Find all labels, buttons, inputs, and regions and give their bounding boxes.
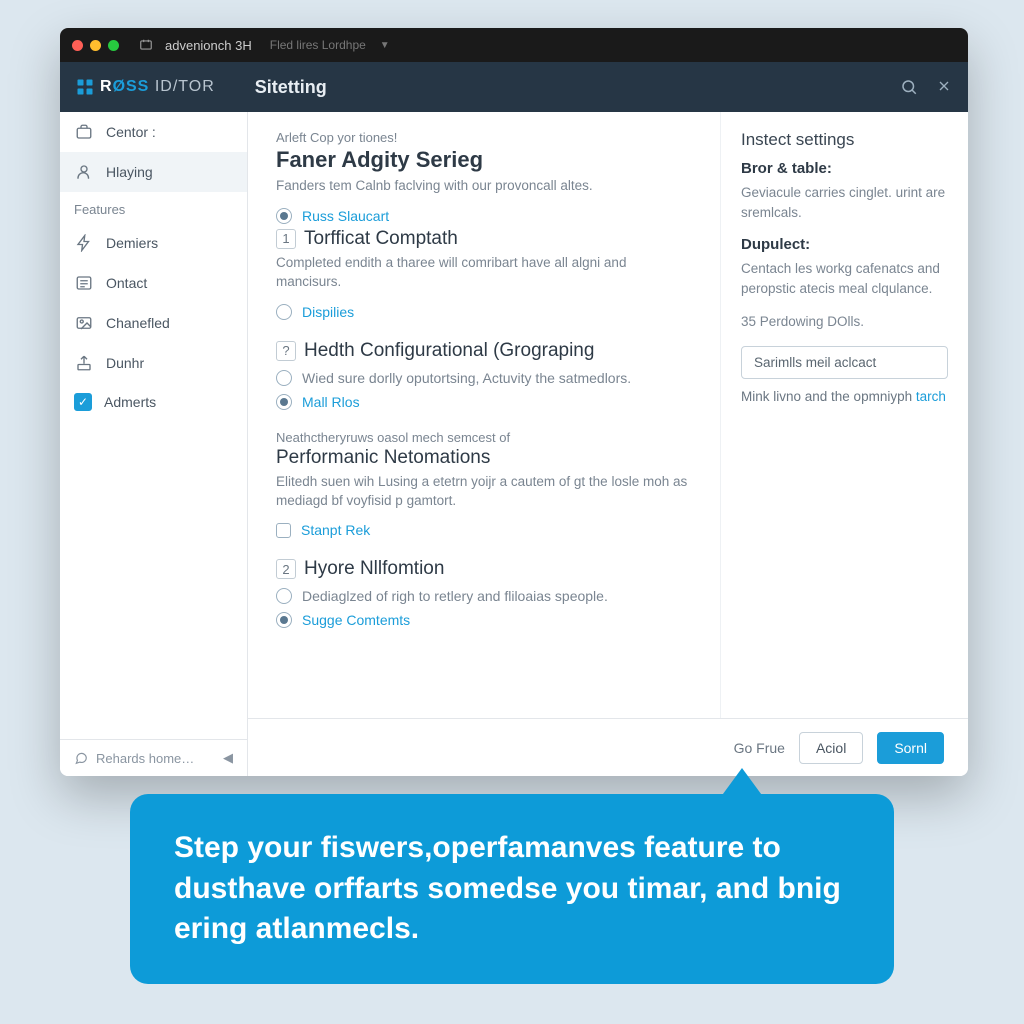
section-title-hedth: ? Hedth Configurational (Grograping [276, 340, 692, 362]
sidebar-footer[interactable]: Rehards home… ◀ [60, 739, 247, 776]
bolt-icon [74, 233, 94, 253]
sidebar-item-dunhr[interactable]: Dunhr [60, 343, 247, 383]
step-badge-1: 1 [276, 229, 296, 249]
sidebar-footer-label: Rehards home… [96, 751, 194, 766]
step-badge-q: ? [276, 341, 296, 361]
sidebar-heading-features: Features [60, 192, 247, 223]
sidebar-item-label: Centor : [106, 124, 156, 140]
section-title-torfficat: 1 Torfficat Comptath [276, 228, 692, 250]
sidebar-item-hlaying[interactable]: Hlaying [60, 152, 247, 192]
image-icon [74, 313, 94, 333]
go-frue-link[interactable]: Go Frue [734, 740, 785, 756]
checkbox-icon [276, 523, 291, 538]
brand-name: RØSS ID/TOR [100, 78, 215, 96]
chevron-down-icon[interactable]: ▼ [380, 40, 390, 51]
right-panel: Instect settings Bror & table: Geviacule… [720, 112, 968, 776]
rightpanel-text: Centach les workg cafenatcs and peropsti… [741, 259, 948, 298]
titlebar-app-name: advenionch 3H [165, 38, 252, 53]
sidebar-item-chanefled[interactable]: Chanefled [60, 303, 247, 343]
content-heading-desc: Fanders tem Calnb faclving with our prov… [276, 177, 692, 196]
sidebar-item-centor[interactable]: Centor : [60, 112, 247, 152]
option-mall-rlos[interactable]: Mall Rlos [276, 390, 692, 414]
section-title-hyore: 2 Hyore Nllfomtion [276, 558, 692, 580]
sidebar-item-label: Chanefled [106, 315, 170, 331]
briefcase-icon [74, 122, 94, 142]
content-eyebrow: Arleft Cop yor tiones! [276, 130, 692, 145]
rightpanel-text: Geviacule carries cinglet. urint are sre… [741, 183, 948, 222]
radio-selected-icon [276, 394, 292, 410]
sidebar-item-ontact[interactable]: Ontact [60, 263, 247, 303]
section-desc: Elitedh suen wih Lusing a etetrn yoijr a… [276, 473, 692, 511]
sidebar-item-label: Admerts [104, 394, 156, 410]
sidebar: Centor : Hlaying Features Demiers Ontact [60, 112, 248, 776]
person-icon [74, 162, 94, 182]
content-heading: Faner Adgity Serieg [276, 147, 692, 173]
page-title: Sitetting [255, 77, 327, 98]
option-label: Dispilies [302, 304, 354, 320]
section-eyebrow: Neathctheryruws oasol mech semcest of [276, 430, 692, 445]
section-desc: Completed endith a tharee will comribart… [276, 254, 692, 292]
option-label: Sugge Comtemts [302, 612, 410, 628]
step-badge-2: 2 [276, 559, 296, 579]
sidebar-item-demiers[interactable]: Demiers [60, 223, 247, 263]
rightpanel-stat: 35 Perdowing DOlls. [741, 312, 948, 332]
sidebar-item-admerts[interactable]: ✓ Admerts [60, 383, 247, 421]
maximize-window-icon[interactable] [108, 40, 119, 51]
content-panel: Arleft Cop yor tiones! Faner Adgity Seri… [248, 112, 720, 776]
titlebar-subtitle: Fled lires Lordhpe [270, 38, 366, 52]
sidebar-item-label: Hlaying [106, 164, 153, 180]
option-stanpt-rek[interactable]: Stanpt Rek [276, 518, 692, 542]
option-label: Russ Slaucart [302, 208, 389, 224]
minimize-window-icon[interactable] [90, 40, 101, 51]
chat-icon [74, 751, 88, 765]
titlebar: advenionch 3H Fled lires Lordhpe ▼ [60, 28, 968, 62]
callout-text: Step your fiswers,operfamanves feature t… [174, 831, 841, 945]
close-icon[interactable] [936, 78, 952, 96]
chevron-left-icon[interactable]: ◀ [223, 750, 233, 766]
radio-selected-icon [276, 208, 292, 224]
traffic-lights [72, 40, 119, 51]
option-label: Mall Rlos [302, 394, 360, 410]
checkbox-checked-icon: ✓ [74, 393, 92, 411]
logo-icon [76, 78, 94, 96]
option-label: Wied sure dorlly oputortsing, Actuvity t… [302, 370, 631, 386]
sidebar-item-label: Demiers [106, 235, 158, 251]
app-window: advenionch 3H Fled lires Lordhpe ▼ RØSS … [60, 28, 968, 776]
radio-selected-icon [276, 612, 292, 628]
cancel-button[interactable]: Aciol [799, 732, 863, 764]
footer-bar: Go Frue Aciol Sornl [248, 718, 968, 776]
list-icon [74, 273, 94, 293]
app-header: RØSS ID/TOR Sitetting [60, 62, 968, 112]
save-button[interactable]: Sornl [877, 732, 944, 764]
radio-icon [276, 304, 292, 320]
main-area: Arleft Cop yor tiones! Faner Adgity Seri… [248, 112, 968, 776]
option-dediaglzed[interactable]: Dediaglzed of righ to retlery and fliloa… [276, 584, 692, 608]
option-dispilies[interactable]: Dispilies [276, 300, 692, 324]
upload-icon [74, 353, 94, 373]
option-russ-slaucart[interactable]: Russ Slaucart [276, 204, 692, 228]
sidebar-item-label: Dunhr [106, 355, 144, 371]
search-icon[interactable] [900, 78, 918, 96]
option-sugge-comtemts[interactable]: Sugge Comtemts [276, 608, 692, 632]
tutorial-callout: Step your fiswers,operfamanves feature t… [130, 794, 894, 984]
radio-icon [276, 370, 292, 386]
sidebar-item-label: Ontact [106, 275, 147, 291]
sarimlls-button[interactable]: Sarimlls meil aclcact [741, 346, 948, 379]
section-title-performanic: Performanic Netomations [276, 447, 692, 469]
rightpanel-link[interactable]: Mink livno and the opmniyph tarch [741, 389, 948, 404]
option-label: Stanpt Rek [301, 522, 370, 538]
rightpanel-sub-bror: Bror & table: [741, 160, 948, 177]
option-wied-sure[interactable]: Wied sure dorlly oputortsing, Actuvity t… [276, 366, 692, 390]
close-window-icon[interactable] [72, 40, 83, 51]
radio-icon [276, 588, 292, 604]
app-icon [139, 38, 153, 52]
rightpanel-title: Instect settings [741, 130, 948, 150]
option-label: Dediaglzed of righ to retlery and fliloa… [302, 588, 608, 604]
rightpanel-sub-dupulect: Dupulect: [741, 236, 948, 253]
